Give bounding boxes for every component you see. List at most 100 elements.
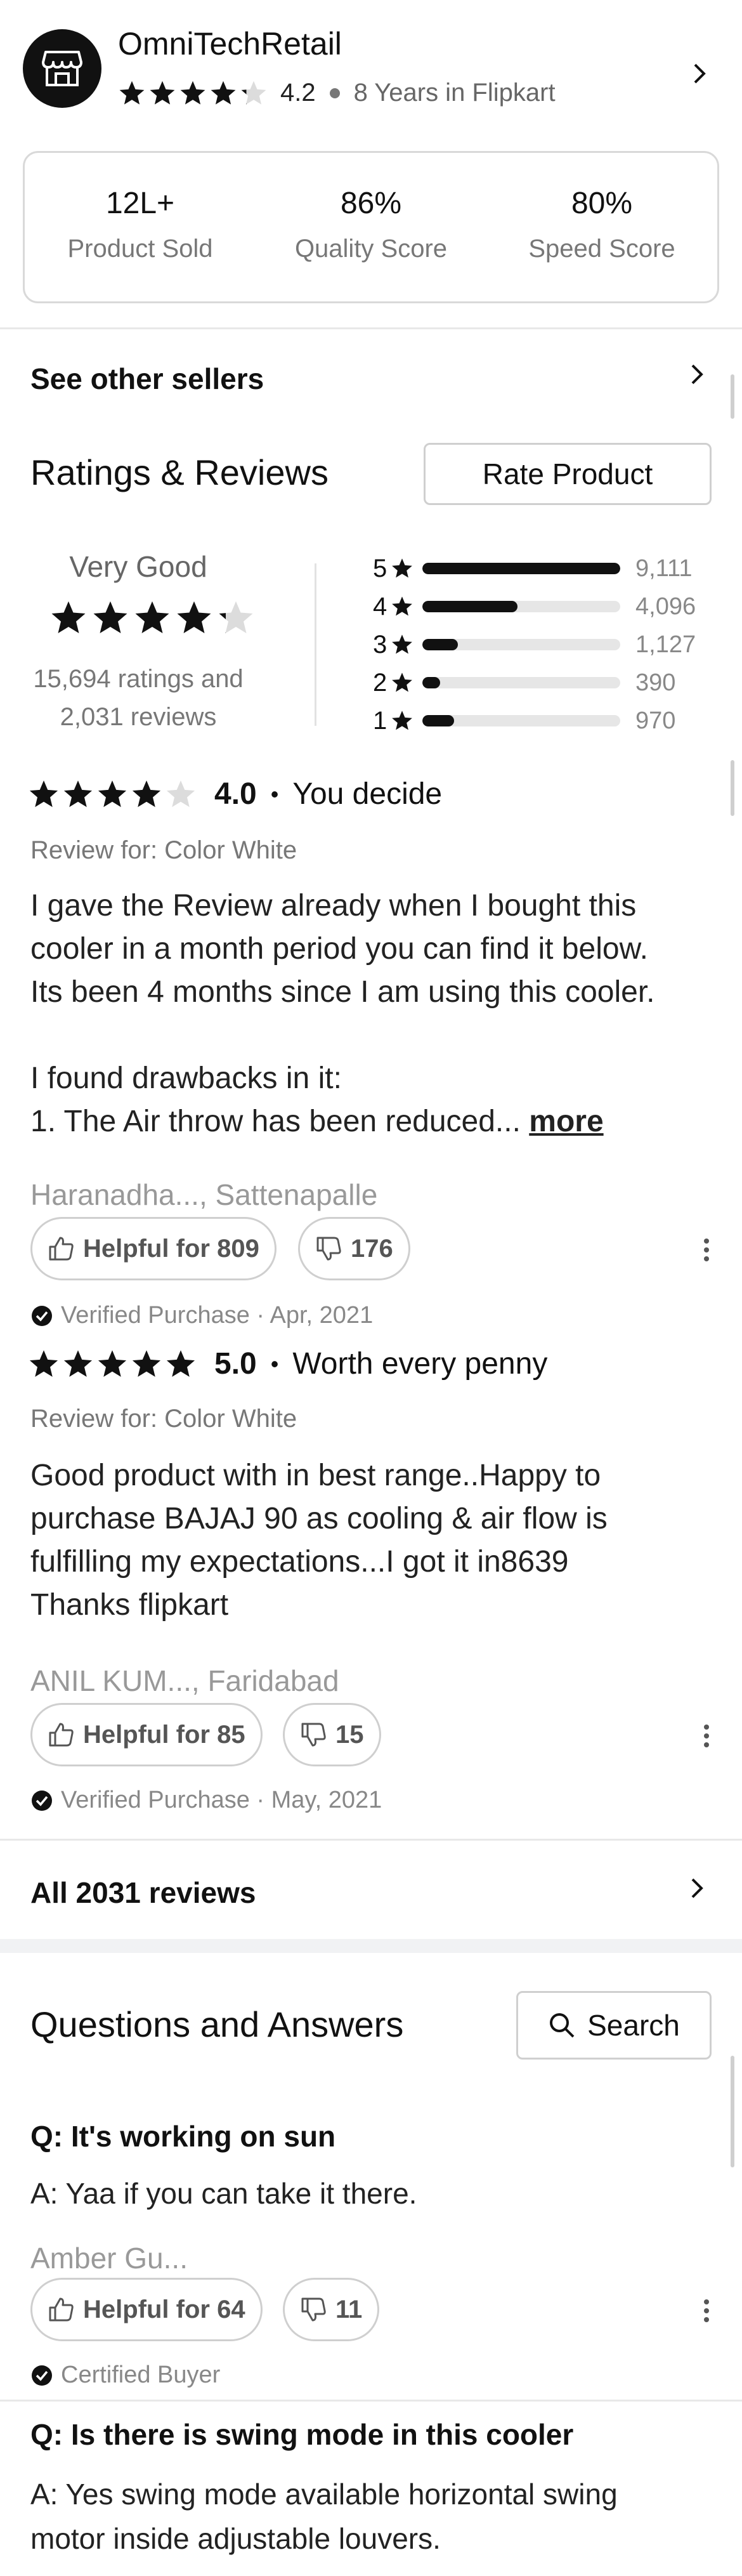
star-icon [177,601,211,633]
chevron-right-icon [691,364,703,384]
review-headline: Worth every penny [292,1347,548,1381]
star-icon [98,780,127,807]
review-line: I gave the Review already when I bought … [30,889,637,923]
review-line: 1. The Air throw has been reduced... [30,1105,521,1138]
all-reviews-label: All 2031 reviews [30,1876,256,1909]
star-icon [241,81,266,105]
rating-bar-track [422,601,620,612]
thumbs-up-icon [49,1723,74,1747]
review-line: Good product with in best range..Happy t… [30,1459,601,1492]
star-icon [29,780,58,807]
rating-bar-row-1: 1 970 [373,702,715,740]
rating-bar-row-4: 4 4,096 [373,588,715,626]
rating-bar-row-2: 2 390 [373,664,715,702]
stat-value: 86% [340,187,402,220]
helpful-button[interactable]: Helpful for 64 [30,2278,263,2341]
review-line: Thanks flipkart [30,1588,229,1622]
all-reviews-row[interactable]: All 2031 reviews [0,1841,742,1939]
verified-check-icon [32,1305,52,1326]
scrollbar[interactable] [731,374,734,419]
star-icon [93,601,127,633]
review-score: 5.0 [214,1347,257,1381]
review-score: 4.0 [214,777,257,811]
rating-bar-row-3: 3 1,127 [373,626,715,664]
star-icon [166,1350,195,1377]
seller-star-rating [118,79,268,107]
star-icon [392,558,412,578]
rating-bar-fill [422,715,454,726]
star-icon [135,601,169,633]
star-icon [392,634,412,654]
divider [0,1839,742,1841]
rating-bar-count: 1,127 [635,631,696,658]
rating-bar-row-5: 5 9,111 [373,549,715,588]
thumbs-up-icon [49,1237,74,1261]
star-icon [211,81,236,105]
answer-author: Amber Gu... [30,2242,188,2275]
rating-bar-count: 4,096 [635,593,696,620]
star-icon [392,673,412,692]
seller-chevron-right-icon[interactable] [686,61,712,86]
review-star-rating [28,779,197,810]
verified-text: Verified Purchase · May, 2021 [61,1787,382,1813]
stat-label: Quality Score [294,235,448,263]
star-icon [180,81,205,105]
review-header: 5.0 • Worth every penny [28,1346,547,1381]
star-icon [63,780,93,807]
seller-rating-row: 4.2 8 Years in Flipkart [118,79,556,107]
helpful-count: Helpful for 85 [83,1720,245,1749]
divider [0,327,742,329]
rating-bar-track [422,563,620,574]
more-options-icon[interactable] [703,1237,710,1263]
stat-speed-score: 80% Speed Score [486,153,717,301]
review-line: Its been 4 months since I am using this … [30,975,655,1009]
scrollbar[interactable] [731,2056,734,2167]
star-icon [219,601,253,633]
verified-check-icon [32,2365,52,2386]
rating-summary-label: Very Good [69,550,207,583]
verified-purchase: Verified Purchase · Apr, 2021 [30,1302,373,1329]
qa-search-button[interactable]: Search [516,1991,712,2060]
dislike-button[interactable]: 176 [298,1217,410,1280]
qa-answer-line: motor inside adjustable louvers. [30,2522,441,2555]
review-line: purchase BAJAJ 90 as cooling & air flow … [30,1502,608,1535]
certified-buyer: Certified Buyer [30,2362,220,2389]
helpful-button[interactable]: Helpful for 85 [30,1703,263,1766]
seller-name[interactable]: OmniTechRetail [118,25,342,62]
review-variant: Review for: Color White [30,836,297,864]
rating-bar-fill [422,677,441,688]
stat-label: Product Sold [67,235,213,263]
qa-question: Q: It's working on sun [30,2120,336,2153]
review-line-last: 1. The Air throw has been reduced... mor… [30,1100,734,1143]
verified-text: Verified Purchase · Apr, 2021 [61,1302,374,1329]
divider [0,2400,742,2402]
rating-bar-fill [422,639,459,650]
star-icon [150,81,175,105]
review-line: fulfilling my expectations...I got it in… [30,1545,569,1579]
helpful-button[interactable]: Helpful for 809 [30,1217,277,1280]
dislike-button[interactable]: 15 [283,1703,381,1766]
read-more-link[interactable]: more [529,1105,603,1138]
star-icon [98,1350,127,1377]
see-other-sellers-label: See other sellers [30,362,264,395]
stat-label: Speed Score [528,235,675,263]
search-icon [550,2013,575,2038]
rating-bar-count: 9,111 [635,555,693,582]
search-label: Search [587,2009,680,2042]
stat-products-sold: 12L+ Product Sold [25,153,256,301]
dislike-count: 15 [335,1720,364,1749]
scrollbar[interactable] [731,760,734,816]
rate-product-button[interactable]: Rate Product [424,443,712,505]
ratings-reviews-title: Ratings & Reviews [30,452,329,492]
more-options-icon[interactable] [703,2298,710,2323]
qa-question: Q: Is there is swing mode in this cooler [30,2418,574,2451]
rating-bar-fill [422,601,517,612]
review-star-rating [28,1348,197,1380]
see-other-sellers-row[interactable]: See other sellers [0,330,742,431]
star-icon [63,1350,93,1377]
thumbs-down-icon [301,1723,326,1747]
reviews-count: 2,031 reviews [60,703,217,731]
dislike-button[interactable]: 11 [283,2278,380,2341]
seller-store-icon[interactable] [23,29,101,108]
more-options-icon[interactable] [703,1723,710,1749]
